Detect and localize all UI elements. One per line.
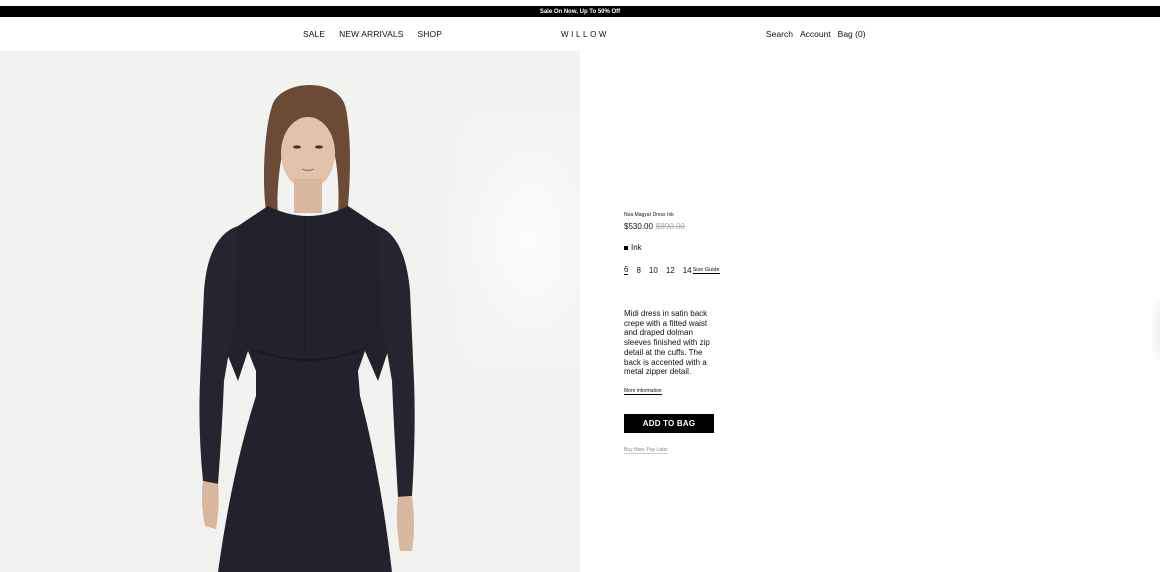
size-12[interactable]: 12 <box>666 266 675 275</box>
nav-sale[interactable]: SALE <box>303 29 325 39</box>
size-guide-link[interactable]: Size Guide <box>692 267 720 274</box>
buy-now-pay-later-link[interactable]: Buy Now, Pay Later <box>624 447 668 454</box>
more-information-link[interactable]: More information <box>624 388 662 395</box>
utility-nav: Search Account Bag (0) <box>766 29 866 39</box>
original-price: $890.00 <box>655 222 685 231</box>
account-link[interactable]: Account <box>800 29 831 39</box>
product-price: $530.00 $890.00 <box>624 222 685 231</box>
product-description: Midi dress in satin back crepe with a fi… <box>624 309 710 377</box>
announcement-text: Sale On Now, Up To 50% Off <box>539 8 621 15</box>
model-wearing-dress-illustration <box>199 85 415 572</box>
nav-new-arrivals[interactable]: NEW ARRIVALS <box>339 29 403 39</box>
color-swatch[interactable] <box>624 245 628 250</box>
size-8[interactable]: 8 <box>636 266 640 275</box>
add-to-bag-button[interactable]: ADD TO BAG <box>624 414 714 433</box>
nav-shop[interactable]: SHOP <box>417 29 442 39</box>
brand-logo[interactable]: WILLOW <box>561 30 609 39</box>
color-option[interactable]: Ink <box>624 243 642 252</box>
size-6[interactable]: 6 <box>624 265 629 275</box>
color-label: Ink <box>631 243 642 252</box>
product-image[interactable] <box>0 51 580 572</box>
size-10[interactable]: 10 <box>649 266 658 275</box>
edge-shadow <box>1152 300 1160 360</box>
bag-link[interactable]: Bag (0) <box>838 29 866 39</box>
size-selector: 6 8 10 12 14 Size Guide <box>624 265 720 275</box>
search-link[interactable]: Search <box>766 29 793 39</box>
product-name: Noa Magyar Dress Ink <box>624 212 674 218</box>
announcement-bar[interactable]: Sale On Now, Up To 50% Off <box>0 6 1160 17</box>
size-14[interactable]: 14 <box>683 266 692 275</box>
sale-price: $530.00 <box>624 222 653 231</box>
main-nav: SALE NEW ARRIVALS SHOP <box>303 29 442 39</box>
